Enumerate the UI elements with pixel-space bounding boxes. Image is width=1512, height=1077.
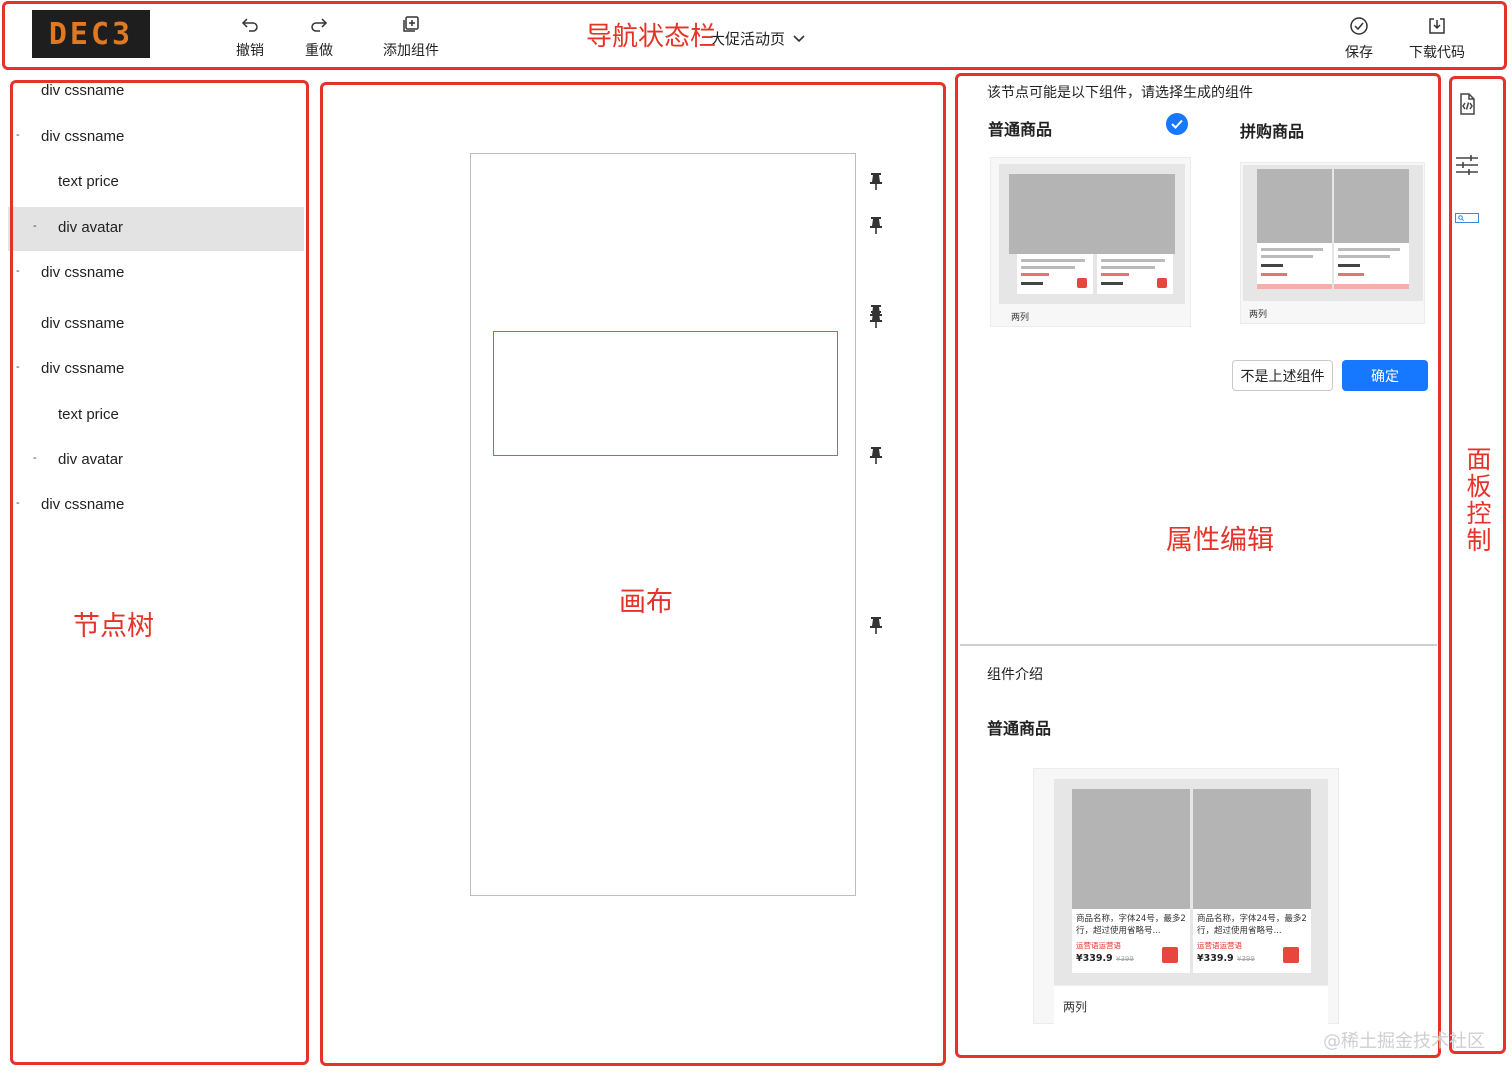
- tree-annotation-label: 节点树: [73, 611, 154, 642]
- props-annotation-label: 属性编辑: [1166, 525, 1274, 556]
- intro-preview-card: 商品名称，字体24号，最多2 行，超过使用省略号... 运营语运营语 ¥339.9…: [1033, 768, 1339, 1024]
- watermark: @稀土掘金技术社区: [1323, 1031, 1485, 1052]
- nav-annotation-box: [2, 1, 1507, 70]
- intro-title: 普通商品: [987, 719, 1052, 738]
- canvas-annotation-label: 画布: [619, 587, 673, 618]
- panel-annotation-label: 面板控制: [1466, 445, 1492, 555]
- card-product-image: [1193, 789, 1311, 909]
- product-name: 商品名称，字体24号，最多2 行，超过使用省略号...: [1076, 914, 1186, 936]
- intro-label: 组件介绍: [987, 667, 1043, 683]
- cart-icon: [1162, 947, 1178, 963]
- product-price: ¥339.9: [1076, 953, 1113, 964]
- product-price: ¥339.9: [1197, 953, 1234, 964]
- product-info: 商品名称，字体24号，最多2 行，超过使用省略号... 运营语运营语 ¥339.9…: [1072, 909, 1190, 973]
- product-info: 商品名称，字体24号，最多2 行，超过使用省略号... 运营语运营语 ¥339.9…: [1193, 909, 1311, 973]
- card-product-image: [1072, 789, 1190, 909]
- product-old-price: ¥399: [1116, 955, 1134, 963]
- cart-icon: [1283, 947, 1299, 963]
- card-caption: 两列: [1063, 1000, 1088, 1014]
- tree-annotation-box: [10, 80, 309, 1065]
- panel-annotation-box: [1449, 76, 1506, 1054]
- canvas-annotation-box: [320, 82, 946, 1066]
- product-sub: 运营语运营语: [1076, 941, 1121, 950]
- nav-annotation-label: 导航状态栏: [586, 22, 717, 52]
- product-sub: 运营语运营语: [1197, 941, 1242, 950]
- product-old-price: ¥399: [1237, 955, 1255, 963]
- product-name: 商品名称，字体24号，最多2 行，超过使用省略号...: [1197, 914, 1307, 936]
- card-caption-bar: 两列: [1054, 985, 1328, 1024]
